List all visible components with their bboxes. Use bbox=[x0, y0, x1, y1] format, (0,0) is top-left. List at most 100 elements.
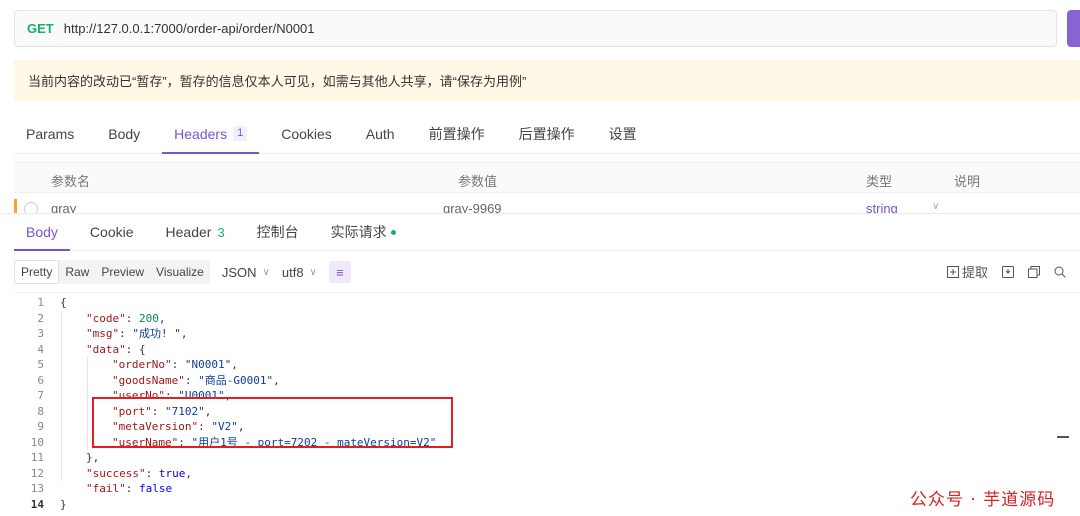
header-value[interactable]: gray-9969 bbox=[443, 201, 502, 213]
col-type: 类型 bbox=[866, 174, 893, 189]
indent-guide bbox=[87, 357, 88, 450]
chevron-down-icon: ∨ bbox=[262, 266, 270, 278]
code-token: : bbox=[171, 358, 185, 371]
response-tab-cookie[interactable]: Cookie bbox=[78, 214, 146, 250]
code-token: "data" bbox=[86, 342, 126, 356]
code-token: "fail" bbox=[86, 482, 126, 495]
url-bar[interactable]: GET http://127.0.0.1:7000/order-api/orde… bbox=[14, 10, 1057, 47]
type-chevron-icon[interactable]: ∨ bbox=[932, 201, 939, 212]
col-param-name: 参数名 bbox=[51, 174, 91, 189]
http-method[interactable]: GET bbox=[27, 21, 54, 36]
code-token: "成功! " bbox=[132, 327, 181, 340]
indent-guide bbox=[61, 310, 62, 481]
code-token: : bbox=[125, 482, 139, 495]
response-tab-console[interactable]: 控制台 bbox=[245, 214, 311, 250]
line-number: 8 bbox=[37, 404, 44, 418]
header-name[interactable]: gray bbox=[51, 201, 76, 213]
line-number: 11 bbox=[30, 451, 44, 464]
code-token: : bbox=[119, 327, 133, 340]
line-number: 14 bbox=[30, 497, 44, 511]
tab-label: Params bbox=[26, 125, 75, 142]
response-tabs: Body Cookie Header 3 控制台 实际请求 bbox=[14, 214, 1080, 251]
format-select[interactable]: JSON ∨ bbox=[222, 265, 270, 280]
code-token: } bbox=[60, 497, 67, 511]
row-marker bbox=[14, 199, 17, 213]
watermark: 公众号 · 芋道源码 bbox=[910, 490, 1056, 510]
search-icon[interactable] bbox=[1054, 266, 1066, 278]
code-token: "商品-G0001" bbox=[198, 373, 274, 387]
line-number: 3 bbox=[37, 327, 44, 340]
chevron-down-icon: ∨ bbox=[309, 266, 317, 278]
line-number: 7 bbox=[37, 389, 44, 402]
code-token: : { bbox=[125, 342, 146, 356]
code-line: 5 "orderNo": "N0001", bbox=[14, 357, 1080, 373]
format-value: JSON bbox=[221, 264, 257, 280]
scrollbar-thumb[interactable] bbox=[1057, 436, 1069, 438]
code-line: 4 "data": { bbox=[14, 342, 1080, 358]
response-tab-header[interactable]: Header 3 bbox=[154, 214, 237, 250]
code-token: , bbox=[158, 311, 166, 325]
line-number: 4 bbox=[37, 342, 44, 356]
code-token: "N0001" bbox=[184, 358, 232, 371]
url-input[interactable]: http://127.0.0.1:7000/order-api/order/N0… bbox=[64, 21, 315, 36]
code-token: "code" bbox=[86, 311, 126, 325]
view-visualize-button[interactable]: Visualize bbox=[150, 260, 210, 284]
row-checkbox[interactable] bbox=[24, 202, 38, 213]
tab-auth[interactable]: Auth bbox=[354, 114, 407, 153]
tab-label: Auth bbox=[365, 125, 395, 142]
view-pretty-button[interactable]: Pretty bbox=[14, 260, 60, 284]
copy-icon[interactable] bbox=[1028, 265, 1040, 278]
response-tab-body[interactable]: Body bbox=[14, 214, 70, 251]
wrap-lines-icon[interactable]: ≡ bbox=[328, 261, 351, 283]
col-param-value: 参数值 bbox=[458, 174, 498, 189]
code-token: true bbox=[158, 466, 186, 480]
tab-label: Body bbox=[108, 125, 141, 142]
line-number: 13 bbox=[30, 482, 44, 495]
extract-button[interactable]: 提取 bbox=[946, 262, 988, 281]
code-token: , bbox=[273, 373, 280, 387]
line-number: 6 bbox=[37, 373, 44, 387]
response-tab-actual-request[interactable]: 实际请求 bbox=[319, 214, 408, 250]
status-dot-icon bbox=[390, 229, 396, 235]
tab-label: Body bbox=[26, 224, 58, 240]
tab-headers[interactable]: Headers 1 bbox=[162, 114, 260, 154]
col-description: 说明 bbox=[954, 174, 981, 189]
line-number: 1 bbox=[37, 296, 44, 309]
code-token: , bbox=[231, 358, 238, 371]
headers-table-header: 参数名 参数值 类型 说明 bbox=[14, 162, 1080, 193]
code-token: { bbox=[60, 296, 67, 309]
tab-cookies[interactable]: Cookies bbox=[269, 114, 344, 153]
count-badge: 3 bbox=[217, 224, 225, 240]
format-bar: Pretty Raw Preview Visualize JSON ∨ utf8 ∨ … bbox=[14, 259, 1080, 285]
count-badge: 1 bbox=[233, 126, 248, 141]
view-preview-button[interactable]: Preview bbox=[95, 260, 150, 284]
view-raw-button[interactable]: Raw bbox=[59, 260, 95, 284]
tab-post-ops[interactable]: 后置操作 bbox=[507, 114, 587, 153]
save-icon[interactable] bbox=[1002, 265, 1014, 278]
header-type[interactable]: string bbox=[866, 201, 898, 213]
tab-label: Cookies bbox=[281, 125, 332, 142]
tab-settings[interactable]: 设置 bbox=[597, 114, 649, 153]
encoding-select[interactable]: utf8 ∨ bbox=[282, 265, 317, 280]
request-tabs: Params Body Headers 1 Cookies Auth 前置操作 后置操作 设置 bbox=[14, 114, 1080, 154]
tab-params[interactable]: Params bbox=[14, 114, 86, 153]
tab-label: Headers bbox=[174, 125, 228, 142]
code-token: : bbox=[125, 311, 139, 325]
code-token: , bbox=[180, 327, 188, 340]
header-row[interactable]: gray gray-9969 string ∨ bbox=[14, 193, 1080, 213]
line-number: 5 bbox=[37, 358, 44, 371]
line-number: 2 bbox=[37, 311, 44, 325]
line-number: 12 bbox=[30, 466, 44, 480]
send-button[interactable] bbox=[1067, 10, 1080, 47]
code-line: 2 "code": 200, bbox=[14, 311, 1080, 327]
tab-label: 前置操作 bbox=[428, 125, 485, 142]
code-token: : bbox=[145, 466, 159, 480]
code-token: : bbox=[184, 373, 199, 387]
tab-body[interactable]: Body bbox=[96, 114, 152, 153]
extract-icon bbox=[946, 265, 959, 278]
tab-pre-ops[interactable]: 前置操作 bbox=[417, 114, 497, 153]
encoding-value: utf8 bbox=[281, 264, 304, 280]
code-line: 6 "goodsName": "商品-G0001", bbox=[14, 373, 1080, 389]
draft-notice: 当前内容的改动已“暂存”，暂存的信息仅本人可见，如需与其他人共享，请“保存为用例… bbox=[14, 60, 1080, 101]
highlight-box bbox=[92, 397, 453, 448]
